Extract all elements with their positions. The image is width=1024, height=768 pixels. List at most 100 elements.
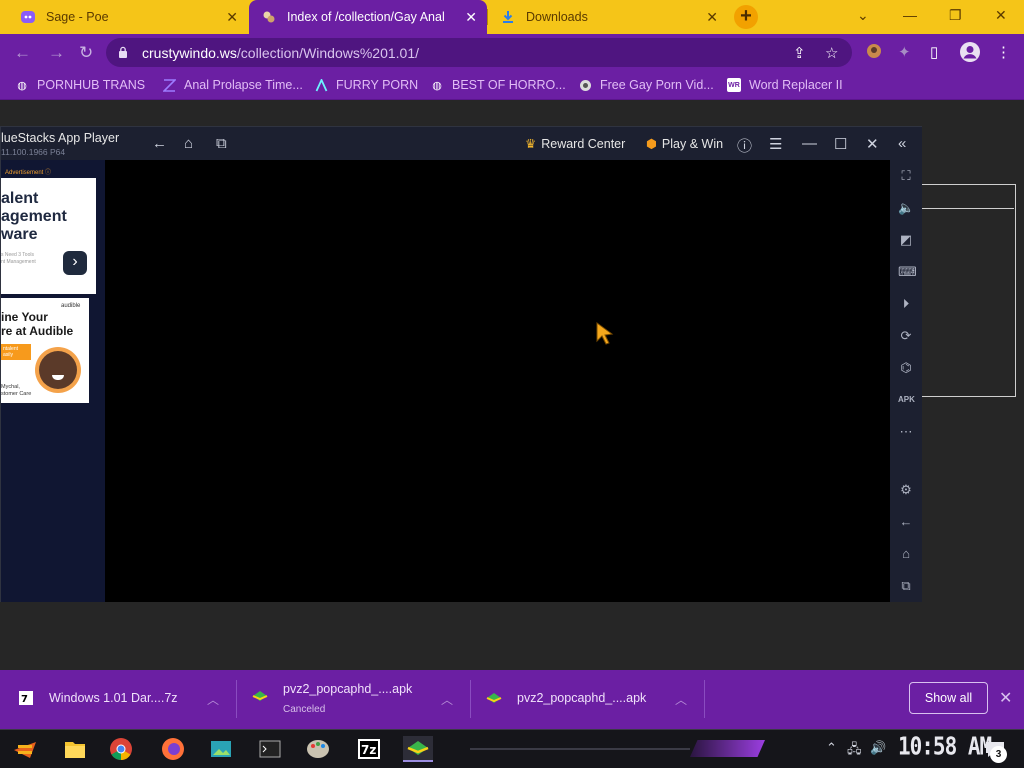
collapse-sidebar-icon[interactable]: « [898,135,906,152]
bluestacks-taskbar-icon[interactable] [403,736,433,762]
show-all-button[interactable]: Show all [909,682,988,714]
chevron-up-icon[interactable]: ︿ [441,691,453,708]
side-panel-icon[interactable]: ▯ [930,43,938,61]
bookmark-item[interactable]: Anal Prolapse Time... [162,78,303,92]
close-icon[interactable]: ✕ [866,135,879,153]
recent-apps-icon[interactable]: ⧉ [216,135,227,152]
play-win-button[interactable]: ⬢ Play & Win [646,136,723,152]
download-status: Canceled [283,704,326,715]
bookmark-item[interactable]: Free Gay Porn Vid... [578,78,714,92]
download-item[interactable]: pvz2_popcaphd_....apk ︿ [486,670,696,729]
site-icon [578,78,592,92]
globe-icon: ◍ [432,79,442,92]
extensions-puzzle-icon[interactable]: ✦ [898,43,911,61]
bookmark-item[interactable]: FURRY PORN [314,78,418,92]
bookmark-item[interactable]: ◍ BEST OF HORRO... [430,78,566,92]
chrome-icon[interactable] [108,736,134,762]
fullscreen-icon[interactable]: ⛶ [898,168,914,184]
file-explorer-icon[interactable] [62,736,88,762]
minimize-icon[interactable]: — [802,135,817,152]
bluestacks-titlebar[interactable]: lueStacks App Player 11.100.1966 P64 ← ⌂… [1,127,922,160]
paint-palette-icon[interactable] [305,736,331,762]
bookmark-label: Anal Prolapse Time... [184,78,303,92]
close-tab-icon[interactable]: ✕ [465,9,477,26]
home-icon[interactable]: ⌂ [184,135,193,152]
back-icon[interactable]: ← [14,43,31,63]
back-icon[interactable]: ← [152,135,167,152]
rotate-icon[interactable]: ⟳ [898,328,914,344]
bookmark-label: Word Replacer II [749,78,843,92]
svg-text:7: 7 [21,694,28,705]
volume-icon[interactable]: 🔊 [870,740,886,756]
bookmark-label: BEST OF HORRO... [452,78,566,92]
chevron-up-icon[interactable]: ︿ [207,691,219,708]
7zip-icon[interactable]: 7z [356,736,382,762]
mouse-cursor-icon [596,322,614,345]
back-icon[interactable]: ← [898,514,914,530]
address-bar[interactable]: crustywindo.ws/collection/Windows%201.01… [106,38,852,67]
tray-chevron-up-icon[interactable]: ⌃ [826,740,837,756]
wr-icon: WR [727,78,741,92]
share-icon[interactable]: ⇪ [793,44,806,62]
start-button-icon[interactable] [12,736,38,762]
home-icon[interactable]: ⌂ [898,546,914,562]
tab-downloads[interactable]: Downloads ✕ [488,0,728,34]
tab-search-chevron-icon[interactable]: ⌄ [857,7,869,24]
download-item[interactable]: 7 Windows 1.01 Dar....7z ︿ [18,670,228,729]
browser-tab-strip: Sage - Poe ✕ Index of /collection/Gay An… [0,0,1024,34]
hamburger-menu-icon[interactable]: ☰ [769,135,782,153]
ad-label: Advertisement ⓘ [5,170,52,176]
gamepad-icon[interactable]: ⌬ [898,360,914,376]
new-tab-button[interactable]: + [734,5,758,29]
downloads-shelf: 7 Windows 1.01 Dar....7z ︿ pvz2_popcaphd… [0,670,1024,729]
background-frame [921,184,1016,397]
keyboard-icon[interactable]: ⌨ [898,264,917,280]
download-item[interactable]: pvz2_popcaphd_....apk Canceled ︿ [252,670,462,729]
taskbar-decoration [470,748,690,750]
more-icon[interactable]: ⋯ [898,424,914,440]
image-viewer-icon[interactable] [208,736,234,762]
close-tab-icon[interactable]: ✕ [706,9,718,26]
divider [922,208,1014,209]
macro-record-icon[interactable]: ⏵ [898,296,914,312]
forward-icon[interactable]: → [48,43,65,63]
chevron-up-icon[interactable]: ︿ [675,691,687,708]
reload-icon[interactable]: ↻ [79,43,93,63]
firefox-icon[interactable] [160,736,186,762]
help-icon[interactable]: ⓘ [737,135,752,156]
network-icon[interactable]: 🖧 [847,740,862,762]
lock-icon[interactable] [118,46,128,58]
browser-toolbar: ← → ↻ crustywindo.ws/collection/Windows%… [0,34,1024,71]
settings-gear-icon[interactable]: ⚙ [898,482,914,498]
minimize-icon[interactable]: — [903,7,917,23]
tab-index-collection[interactable]: Index of /collection/Gay Anal ✕ [249,0,487,34]
maximize-icon[interactable]: ☐ [834,135,847,153]
tab-sage-poe[interactable]: Sage - Poe ✕ [8,0,248,34]
bookmark-item[interactable]: ◍ PORNHUB TRANS [15,78,145,92]
bookmark-star-icon[interactable]: ☆ [825,44,838,62]
bookmark-item[interactable]: WR Word Replacer II [727,78,843,92]
terminal-icon[interactable] [257,736,283,762]
close-tab-icon[interactable]: ✕ [226,9,238,26]
bluestacks-apk-icon [252,691,268,701]
profile-avatar-icon[interactable] [959,41,981,67]
close-window-icon[interactable]: ✕ [995,7,1007,24]
extension-avatar-icon[interactable] [866,43,882,63]
bookmark-label: FURRY PORN [336,78,419,92]
close-shelf-icon[interactable]: ✕ [999,688,1012,708]
reward-center-label: Reward Center [541,136,626,151]
clock[interactable]: 10:58 AM [898,732,992,761]
chevron-right-icon[interactable]: › [63,251,87,275]
pointer-icon[interactable]: ◩ [898,232,914,248]
apk-install-icon[interactable]: APK [898,392,915,408]
reward-center-button[interactable]: ♛ Reward Center [525,136,626,152]
ad-banner-audible[interactable]: audible ine Your re at Audible ntalent a… [1,298,89,403]
globe-icon: ◍ [17,79,27,92]
menu-kebab-icon[interactable]: ⋮ [996,43,1011,61]
volume-icon[interactable]: 🔈 [898,200,914,216]
ad-banner-talent[interactable]: alent agement ware s Need 3 Tools nt Man… [1,178,96,294]
download-filename: pvz2_popcaphd_....apk [517,691,647,705]
restore-icon[interactable]: ❐ [949,7,962,24]
recent-apps-icon[interactable]: ⧉ [898,578,914,594]
emulator-screen[interactable] [105,160,890,602]
